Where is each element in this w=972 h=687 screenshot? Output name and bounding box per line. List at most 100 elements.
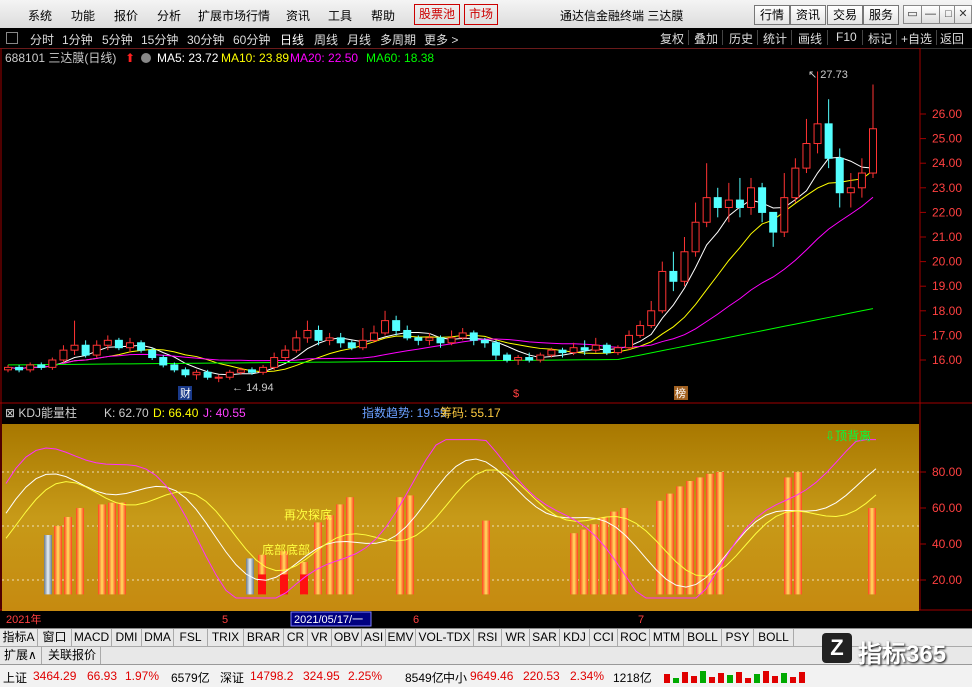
tool-back[interactable]: 返回 <box>940 30 964 47</box>
candle-up <box>70 344 79 351</box>
menu-stock-pool[interactable]: 股票池 <box>414 4 461 25</box>
energy-bar <box>326 515 334 595</box>
candle-down <box>525 357 534 361</box>
close-icon[interactable]: ✕ <box>954 5 972 24</box>
indicator-tab[interactable]: MACD <box>72 629 112 646</box>
candle-down <box>735 199 744 208</box>
indicator-tab[interactable]: MTM <box>650 629 684 646</box>
minimize-icon[interactable]: — <box>921 5 940 24</box>
sz-index-value: 14798.2 <box>250 669 294 683</box>
annotation-retest: 再次探底 <box>284 507 332 522</box>
tool-stats[interactable]: 统计 <box>763 30 787 47</box>
indicator-tab[interactable]: BOLL <box>684 629 722 646</box>
candle-up <box>547 349 556 356</box>
tool-f10[interactable]: F10 <box>836 30 857 44</box>
tool-draw[interactable]: 画线 <box>798 30 822 47</box>
restore-icon[interactable]: ▭ <box>903 5 922 24</box>
related-quote-tab[interactable]: 关联报价 <box>44 647 102 664</box>
tool-mark[interactable]: 标记 <box>868 30 892 47</box>
candle-down <box>414 337 423 341</box>
quote-button[interactable]: 行情 <box>754 5 791 25</box>
menu-function[interactable]: 功能 <box>71 7 95 24</box>
indicator-tab[interactable]: BOLL <box>754 629 794 646</box>
indicator-tab[interactable]: RSI <box>474 629 502 646</box>
indicator-tab[interactable]: KDJ <box>560 629 590 646</box>
kline-chart[interactable]: 688101 三达膜(日线) ⬆ MA5: 23.72 MA10: 23.89 MA… <box>0 48 972 628</box>
logo-text: 指标365 <box>858 641 947 668</box>
event-marker-dollar[interactable]: $ <box>513 388 519 400</box>
period-fenshi[interactable]: 分时 <box>30 31 54 48</box>
tool-overlay[interactable]: 叠加 <box>694 30 718 47</box>
candle-up <box>125 342 134 349</box>
indicator-tab[interactable]: SAR <box>530 629 560 646</box>
tool-history[interactable]: 历史 <box>729 30 753 47</box>
price-tick: 23.00 <box>932 181 962 195</box>
indicator-tab[interactable]: WR <box>502 629 530 646</box>
period-bar: 分时 1分钟 5分钟 15分钟 30分钟 60分钟 日线 周线 月线 多周期 更… <box>0 28 972 49</box>
indicator-tab[interactable]: OBV <box>332 629 362 646</box>
candle-down <box>114 339 123 349</box>
zx-index-name[interactable]: 中小 <box>443 669 467 686</box>
menu-quote[interactable]: 报价 <box>114 7 138 24</box>
period-more[interactable]: 更多 > <box>424 31 458 48</box>
service-button[interactable]: 服务 <box>863 5 900 25</box>
menu-ext-market[interactable]: 扩展市场行情 <box>198 7 270 24</box>
period-1min[interactable]: 1分钟 <box>62 31 93 48</box>
indicator-tab[interactable]: ASI <box>362 629 386 646</box>
energy-bar <box>118 502 126 595</box>
energy-bar <box>696 477 704 595</box>
energy-bar <box>64 517 72 595</box>
breadth-bar <box>718 673 724 683</box>
period-60min[interactable]: 60分钟 <box>233 31 270 48</box>
indicator-tab[interactable]: 指标A <box>0 629 38 646</box>
energy-bar <box>686 481 694 595</box>
indicator-tab[interactable]: 窗口 <box>38 629 72 646</box>
date-year: 2021年 <box>6 612 41 626</box>
period-15min[interactable]: 15分钟 <box>141 31 178 48</box>
menu-bar: 系统 功能 报价 分析 扩展市场行情 资讯 工具 帮助 股票池 市场 通达信金融… <box>0 0 972 29</box>
menu-info[interactable]: 资讯 <box>286 7 310 24</box>
trade-button[interactable]: 交易 <box>827 5 864 25</box>
indicator-tab[interactable]: VR <box>308 629 332 646</box>
tool-fuquan[interactable]: 复权 <box>660 30 684 47</box>
menu-tools[interactable]: 工具 <box>328 7 352 24</box>
menu-help[interactable]: 帮助 <box>371 7 395 24</box>
menu-analysis[interactable]: 分析 <box>157 7 181 24</box>
period-30min[interactable]: 30分钟 <box>187 31 224 48</box>
breadth-bar <box>673 678 679 683</box>
sh-index-name[interactable]: 上证 <box>3 669 27 686</box>
menu-market[interactable]: 市场 <box>464 4 499 25</box>
tool-add-watch[interactable]: +自选 <box>901 30 932 47</box>
period-5min[interactable]: 5分钟 <box>102 31 133 48</box>
breadth-bar <box>754 674 760 683</box>
indicator-tab[interactable]: CCI <box>590 629 618 646</box>
candle-up <box>569 347 578 354</box>
indicator-tab[interactable]: EMV <box>386 629 416 646</box>
ma-label: MA20: 22.50 <box>290 51 358 65</box>
period-monthly[interactable]: 月线 <box>347 31 371 48</box>
indicator-tab[interactable]: CR <box>284 629 308 646</box>
indicator-tab[interactable]: FSL <box>174 629 208 646</box>
menu-system[interactable]: 系统 <box>28 7 52 24</box>
sz-index-name[interactable]: 深证 <box>220 669 244 686</box>
info-button[interactable]: 资讯 <box>790 5 827 25</box>
indicator-tab[interactable]: TRIX <box>208 629 244 646</box>
period-multi[interactable]: 多周期 <box>380 31 416 48</box>
ma-label: MA10: 23.89 <box>221 51 289 65</box>
zx-index-amount: 1218亿 <box>613 671 652 685</box>
price-tick: 16.00 <box>932 353 962 367</box>
indicator-tab[interactable]: DMI <box>112 629 142 646</box>
toggle-icon[interactable] <box>6 32 18 44</box>
period-weekly[interactable]: 周线 <box>314 31 338 48</box>
candle-up <box>4 366 12 371</box>
indicator-tab[interactable]: ROC <box>618 629 650 646</box>
indicator-tab[interactable]: BRAR <box>244 629 284 646</box>
period-daily[interactable]: 日线 <box>280 31 304 48</box>
candle-up <box>802 143 811 169</box>
candle-down <box>347 342 356 349</box>
indicator-tab[interactable]: PSY <box>722 629 754 646</box>
indicator-tab[interactable]: VOL-TDX <box>416 629 474 646</box>
expand-toggle[interactable]: 扩展∧ <box>0 647 42 664</box>
ma-settings-icon[interactable] <box>141 53 151 63</box>
indicator-tab[interactable]: DMA <box>142 629 174 646</box>
